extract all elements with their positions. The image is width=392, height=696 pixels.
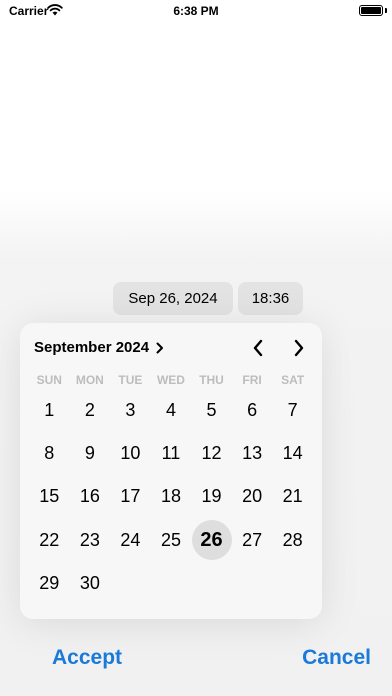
day-number: 2	[84, 400, 95, 421]
day-cell[interactable]: 16	[70, 475, 111, 518]
day-cell[interactable]: 14	[272, 432, 313, 475]
day-number: 29	[39, 572, 60, 593]
day-number: 8	[44, 443, 55, 464]
day-number: 14	[282, 443, 303, 464]
day-cell[interactable]: 24	[110, 519, 151, 562]
day-number: 12	[201, 443, 222, 464]
day-number: 27	[242, 529, 263, 550]
day-number: 30	[79, 572, 100, 593]
day-cell[interactable]: 4	[151, 389, 192, 432]
status-time: 6:38 PM	[173, 4, 219, 18]
day-number: 5	[206, 400, 217, 421]
weekday-label: FRI	[242, 373, 262, 387]
status-bar: Carrier 6:38 PM	[0, 0, 392, 22]
day-number: 20	[242, 486, 263, 507]
previous-month-button[interactable]	[247, 337, 269, 359]
day-cell[interactable]: 21	[272, 475, 313, 518]
day-cell[interactable]: 12	[191, 432, 232, 475]
day-number: 18	[160, 486, 181, 507]
day-cell-selected[interactable]: 26	[191, 519, 232, 562]
day-cell[interactable]: 19	[191, 475, 232, 518]
battery-cap	[385, 8, 387, 13]
date-button[interactable]: Sep 26, 2024	[113, 282, 233, 315]
day-cell[interactable]: 30	[70, 562, 111, 605]
weekday-label: TUE	[118, 373, 143, 387]
day-cell[interactable]: 10	[110, 432, 151, 475]
day-cell[interactable]: 9	[70, 432, 111, 475]
day-number: 1	[44, 400, 55, 421]
day-cell[interactable]: 17	[110, 475, 151, 518]
day-cell[interactable]: 7	[272, 389, 313, 432]
day-cell[interactable]: 28	[272, 519, 313, 562]
day-cell[interactable]: 8	[29, 432, 70, 475]
weekday-label: SAT	[281, 373, 305, 387]
day-cell[interactable]: 13	[232, 432, 273, 475]
month-year-button[interactable]: September 2024	[34, 339, 164, 356]
day-cell[interactable]: 2	[70, 389, 111, 432]
day-number: 17	[120, 486, 141, 507]
day-number: 4	[165, 400, 176, 421]
day-grid: 1 2 3 4 5 6 7 8 9 10 11 12 13 14 15 16 17 18 19 20 21 22 23 24 2…	[29, 389, 313, 605]
cancel-button[interactable]: Cancel	[302, 646, 371, 670]
weekday-label: MON	[75, 373, 104, 387]
day-number: 15	[39, 486, 60, 507]
month-year-label: September 2024	[34, 339, 150, 356]
day-number: 25	[160, 529, 181, 550]
day-cell[interactable]: 15	[29, 475, 70, 518]
day-number: 19	[201, 486, 222, 507]
day-cell[interactable]: 29	[29, 562, 70, 605]
day-cell[interactable]: 1	[29, 389, 70, 432]
day-cell[interactable]: 22	[29, 519, 70, 562]
calendar-header: September 2024	[20, 323, 322, 373]
accept-button[interactable]: Accept	[52, 646, 122, 670]
day-cell[interactable]: 27	[232, 519, 273, 562]
day-number: 23	[79, 529, 100, 550]
day-number: 28	[282, 529, 303, 550]
chevron-right-icon	[156, 342, 164, 353]
chevron-right-icon	[294, 339, 304, 357]
next-month-button[interactable]	[288, 337, 310, 359]
weekday-label: THU	[199, 373, 224, 387]
day-cell[interactable]: 20	[232, 475, 273, 518]
day-cell[interactable]: 11	[151, 432, 192, 475]
day-number: 21	[282, 486, 303, 507]
day-number: 24	[120, 529, 141, 550]
day-number: 26	[200, 528, 223, 551]
day-cell[interactable]: 6	[232, 389, 273, 432]
day-number: 22	[39, 529, 60, 550]
day-cell[interactable]: 23	[70, 519, 111, 562]
day-number: 7	[287, 400, 298, 421]
day-cell[interactable]: 3	[110, 389, 151, 432]
battery-icon	[359, 5, 383, 16]
day-cell[interactable]: 18	[151, 475, 192, 518]
weekday-header: SUN MON TUE WED THU FRI SAT	[29, 373, 313, 387]
calendar-popover: September 2024 SUN MON TUE WED THU FRI SAT 123…	[20, 323, 322, 619]
day-number: 11	[161, 443, 181, 464]
day-number: 9	[84, 443, 95, 464]
time-button[interactable]: 18:36	[238, 282, 303, 315]
day-number: 16	[79, 486, 100, 507]
weekday-label: SUN	[36, 373, 62, 387]
day-number: 10	[120, 443, 141, 464]
day-number: 13	[242, 443, 263, 464]
chevron-left-icon	[253, 339, 263, 357]
weekday-label: WED	[156, 373, 185, 387]
day-number: 3	[125, 400, 136, 421]
day-cell[interactable]: 25	[151, 519, 192, 562]
day-cell[interactable]: 5	[191, 389, 232, 432]
day-number: 6	[247, 400, 258, 421]
